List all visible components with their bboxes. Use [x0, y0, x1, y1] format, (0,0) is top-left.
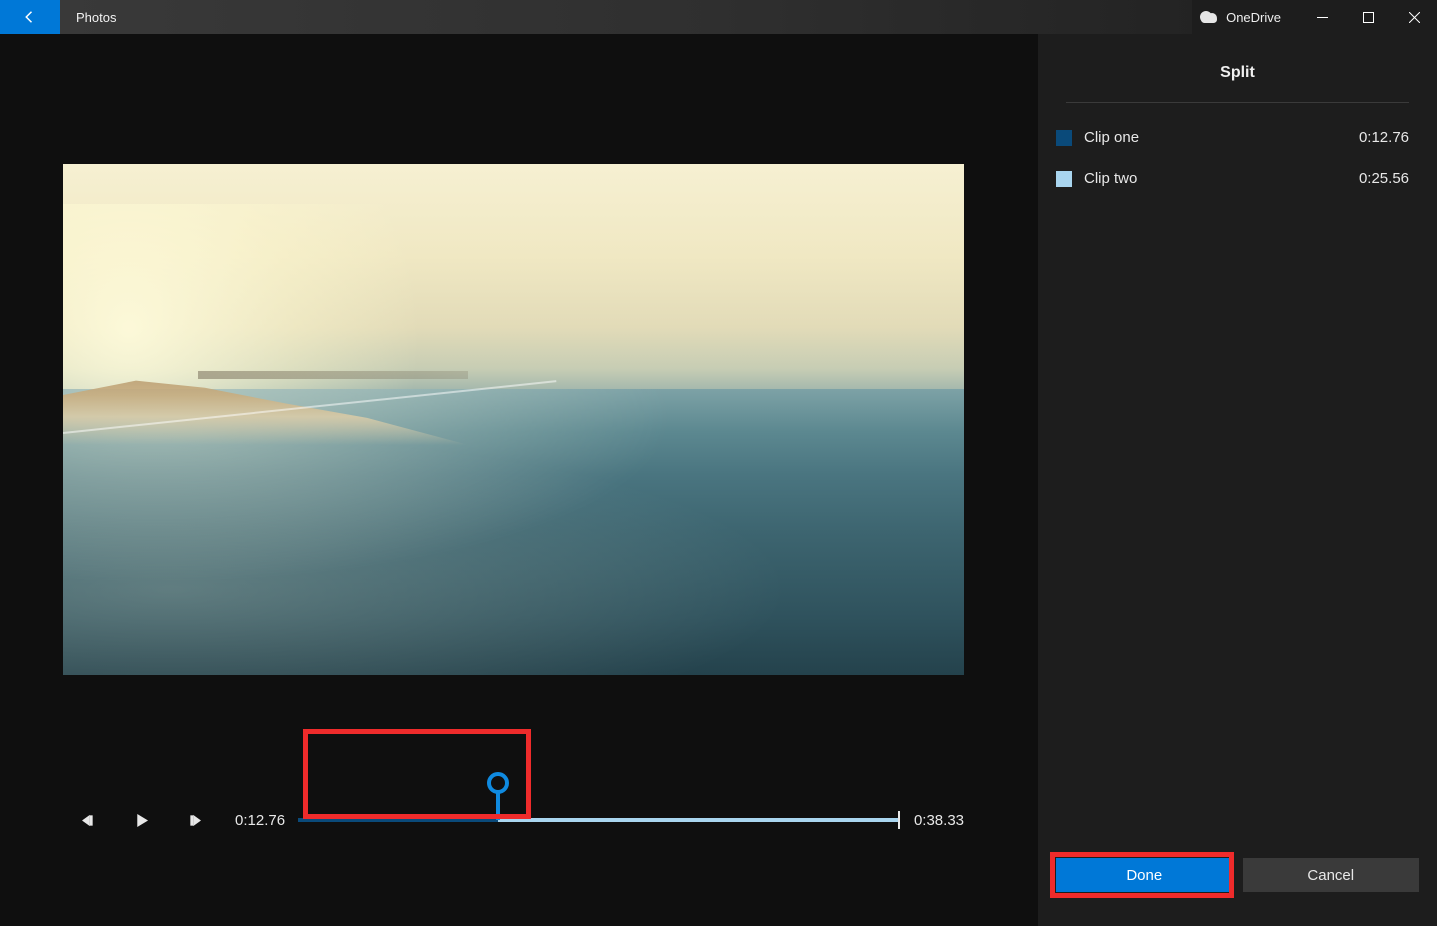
minimize-button[interactable] [1299, 0, 1345, 34]
clip-one-label: Clip one [1084, 129, 1359, 146]
frame-forward-button[interactable] [171, 800, 219, 840]
clip-row-one[interactable]: Clip one 0:12.76 [1038, 117, 1437, 158]
onedrive-label: OneDrive [1226, 10, 1281, 25]
playback-controls: 0:12.76 0:38.33 [63, 790, 964, 850]
main-area: 0:12.76 0:38.33 Split Clip one 0:12.76 [0, 34, 1437, 926]
onedrive-indicator[interactable]: OneDrive [1192, 0, 1299, 34]
sidebar-title: Split [1038, 34, 1437, 102]
split-timeline[interactable] [298, 790, 900, 850]
clip-one-duration: 0:12.76 [1359, 129, 1409, 146]
step-back-icon [80, 813, 95, 828]
play-icon [134, 813, 149, 828]
arrow-left-icon [21, 8, 39, 26]
close-icon [1409, 12, 1420, 23]
sidebar-buttons: Done Cancel [1038, 858, 1437, 892]
split-sidebar: Split Clip one 0:12.76 Clip two 0:25.56 … [1038, 34, 1437, 926]
maximize-button[interactable] [1345, 0, 1391, 34]
close-button[interactable] [1391, 0, 1437, 34]
timeline-track-clip1 [298, 818, 498, 822]
cloud-icon [1200, 11, 1218, 23]
minimize-icon [1317, 12, 1328, 23]
app-title: Photos [60, 0, 1192, 34]
current-time: 0:12.76 [235, 812, 293, 829]
clip-two-duration: 0:25.56 [1359, 170, 1409, 187]
back-button[interactable] [0, 0, 60, 34]
split-handle-ring-icon [487, 772, 509, 794]
clip-one-swatch-icon [1056, 130, 1072, 146]
clip-row-two[interactable]: Clip two 0:25.56 [1038, 158, 1437, 199]
frame-back-button[interactable] [63, 800, 111, 840]
cancel-button[interactable]: Cancel [1243, 858, 1420, 892]
play-button[interactable] [117, 800, 165, 840]
split-handle[interactable] [487, 772, 509, 820]
timeline-end-marker [898, 811, 900, 829]
split-handle-stem-icon [496, 792, 500, 820]
titlebar: Photos OneDrive [0, 0, 1437, 34]
total-time: 0:38.33 [914, 812, 964, 829]
clip-two-swatch-icon [1056, 171, 1072, 187]
video-preview[interactable] [63, 164, 964, 675]
step-forward-icon [188, 813, 203, 828]
preview-horizon [198, 371, 468, 379]
sidebar-divider [1066, 102, 1409, 103]
editor-pane: 0:12.76 0:38.33 [0, 34, 1038, 926]
maximize-icon [1363, 12, 1374, 23]
done-button[interactable]: Done [1056, 858, 1233, 892]
clip-two-label: Clip two [1084, 170, 1359, 187]
